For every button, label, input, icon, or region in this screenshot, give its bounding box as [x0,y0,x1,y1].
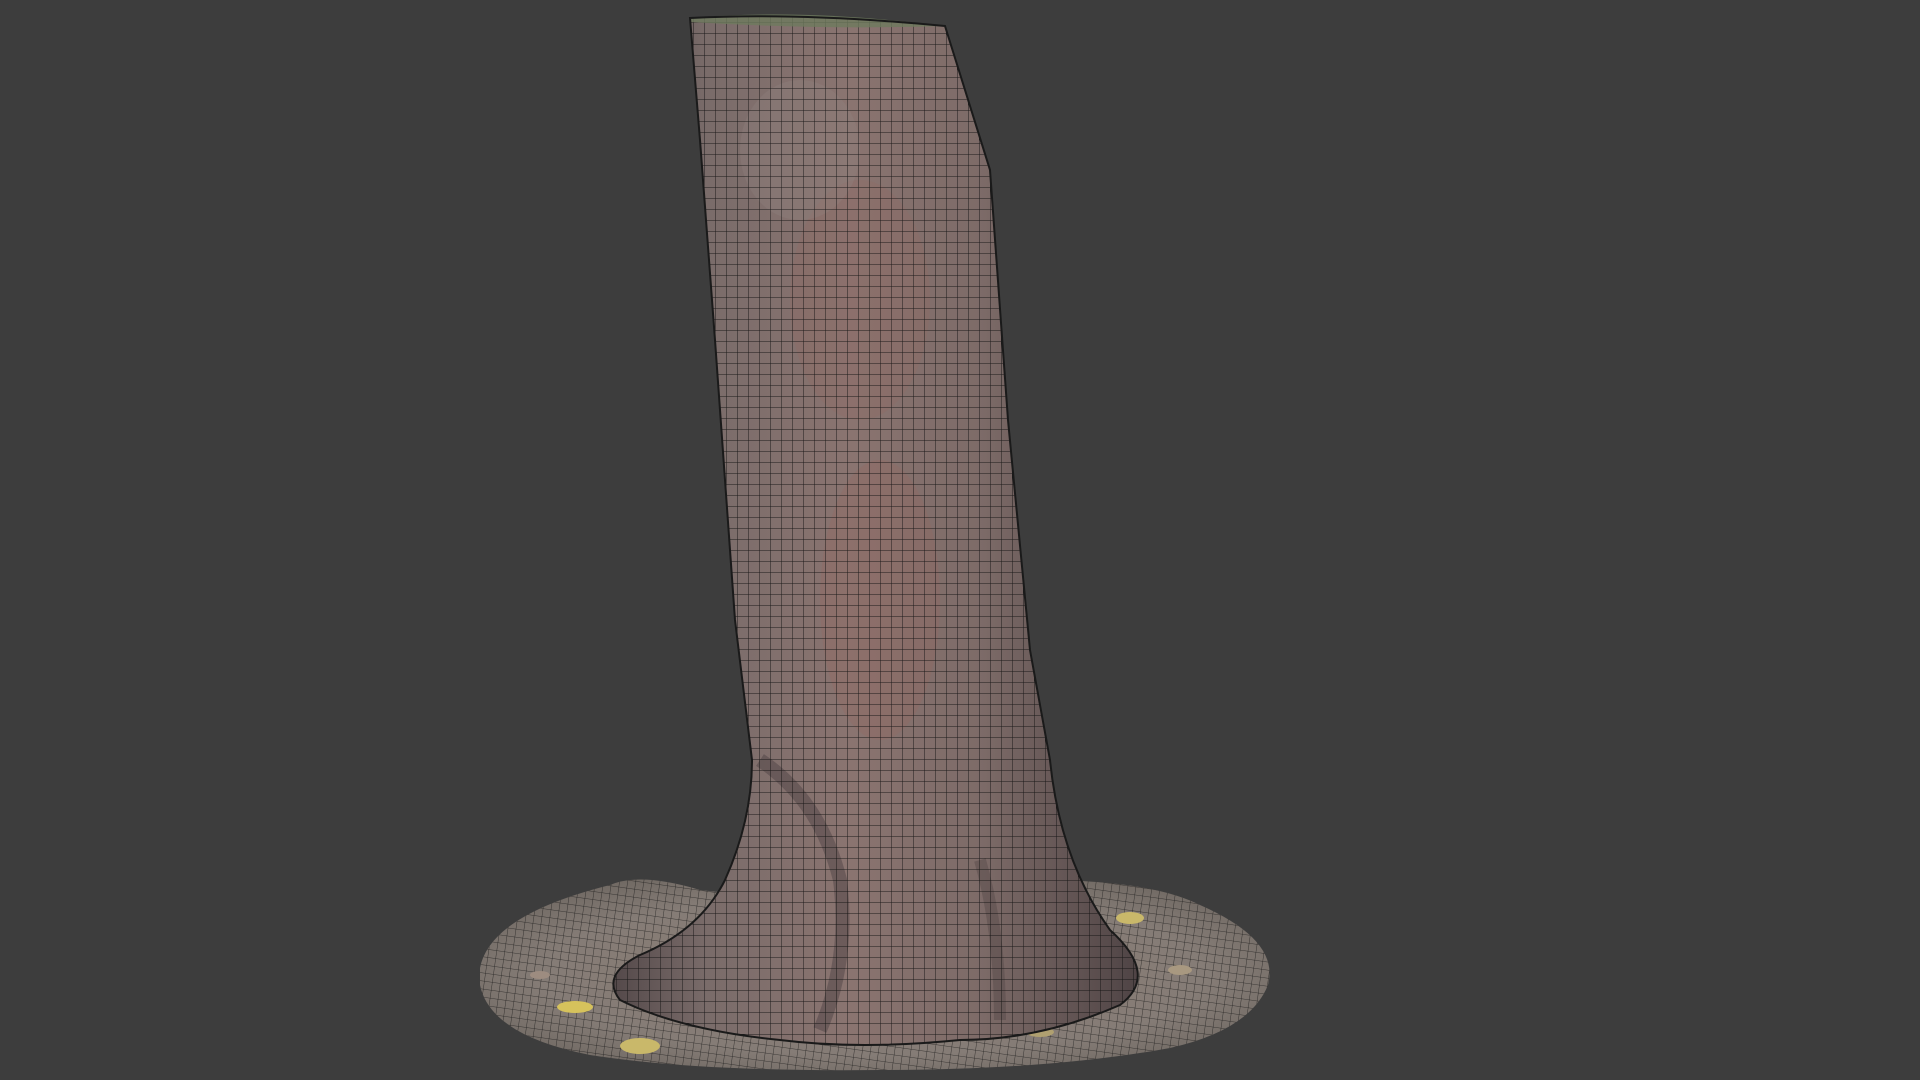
leaf-shape [1168,965,1192,975]
leaf-shape [1116,912,1144,924]
3d-viewport[interactable] [0,0,1920,1080]
leaf-shape [620,1038,660,1054]
leaf-shape [557,1001,593,1013]
leaf-shape [530,971,550,979]
viewport-canvas [480,14,1270,1071]
